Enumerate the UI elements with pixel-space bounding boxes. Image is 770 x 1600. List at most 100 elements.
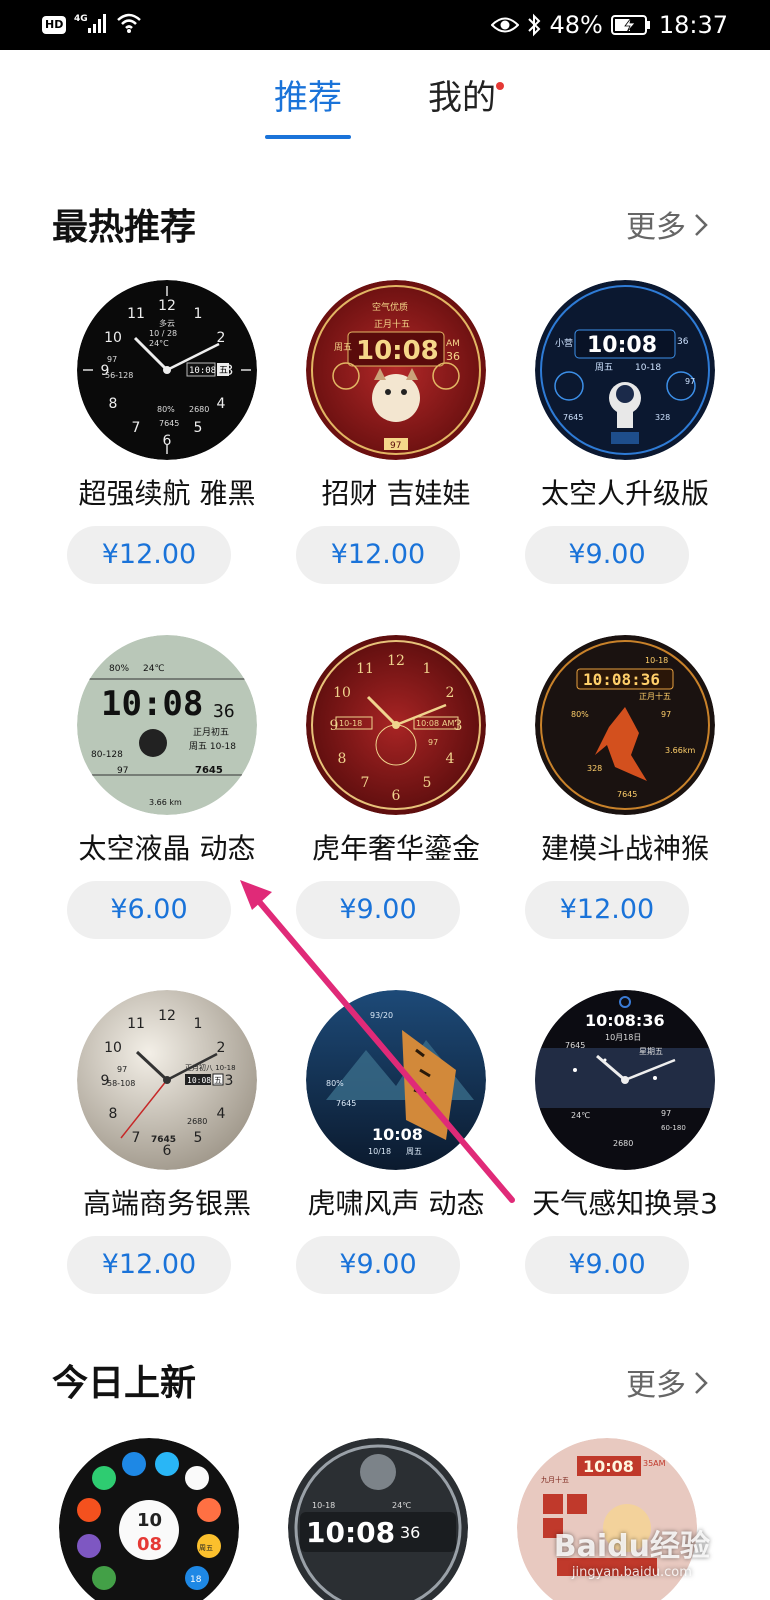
svg-text:10/18: 10/18 [368,1147,391,1156]
active-tab-indicator [265,135,351,139]
svg-text:8: 8 [338,751,347,767]
svg-text:10:08: 10:08 [306,1516,395,1549]
price-button[interactable]: ¥12.00 [67,1236,231,1294]
watchface-name: 虎啸风声 动态 [307,1187,485,1220]
signal-icon: 4G [74,12,108,38]
svg-text:80%: 80% [326,1079,344,1088]
svg-text:328: 328 [587,764,602,773]
svg-text:2680: 2680 [187,1117,207,1126]
svg-text:5: 5 [194,420,203,436]
svg-text:97: 97 [685,377,695,386]
svg-text:36: 36 [677,337,689,347]
watchface-preview[interactable]: 10:08 36 80% 24℃ 正月初五 周五 10-18 80-128 97… [77,635,257,815]
svg-text:9: 9 [330,718,339,734]
svg-text:九月十五: 九月十五 [541,1475,569,1484]
svg-text:12: 12 [158,1008,176,1024]
tab-mine[interactable]: 我的 [428,76,496,120]
svg-text:80%: 80% [157,405,175,414]
svg-text:2680: 2680 [189,405,209,414]
svg-text:AM: AM [446,339,460,349]
chevron-right-icon [694,1366,708,1406]
svg-text:7645: 7645 [617,790,637,799]
svg-text:7645: 7645 [563,413,583,422]
price-button[interactable]: ¥9.00 [525,526,689,584]
svg-text:80-128: 80-128 [91,750,123,760]
svg-text:97: 97 [390,441,401,451]
status-left: HD 4G [42,12,142,38]
svg-text:58-108: 58-108 [107,1079,135,1088]
svg-text:10:08: 10:08 [101,684,203,724]
svg-text:10:08: 10:08 [187,1076,211,1085]
svg-text:10 / 28: 10 / 28 [149,329,177,338]
watchface-preview[interactable]: 12 3 6 9 1245 7 8 10 11 正月初八 10-18 10:08 五 97 … [77,990,257,1170]
svg-text:4: 4 [446,751,455,767]
watchface-preview[interactable]: 12 3 6 9 1245 7 8 10 11 10-18 10:08 AM 97 [306,635,486,815]
svg-text:3.66km: 3.66km [665,746,695,755]
watchface-preview[interactable]: 12369 1245 781011 多云 10 / 28 24°C 97 56-… [77,280,257,460]
svg-text:12: 12 [158,298,176,314]
svg-text:11: 11 [127,306,145,322]
svg-text:正月初五: 正月初五 [193,726,229,738]
svg-text:56-128: 56-128 [105,371,133,380]
svg-text:10-18: 10-18 [339,719,362,728]
svg-text:36: 36 [400,1523,420,1542]
watchface-preview[interactable]: 10:08 AM 36 空气优质 正月十五 周五 97 [306,280,486,460]
price-button[interactable]: ¥12.00 [67,526,231,584]
svg-text:10:08: 10:08 [189,366,216,376]
price-button[interactable]: ¥9.00 [296,881,460,939]
svg-text:08: 08 [137,1534,162,1555]
watchface-preview[interactable]: 93/20 80% 7645 10:08 10/18 周五 [306,990,486,1170]
svg-text:97: 97 [661,710,671,719]
svg-text:10:08:36: 10:08:36 [583,670,660,689]
svg-text:正月十五: 正月十五 [374,318,410,330]
watchface-preview[interactable]: 10:08 36 周五 10-18 小营 97 7645 328 [535,280,715,460]
svg-text:97: 97 [661,1109,671,1118]
svg-text:周五: 周五 [595,362,613,373]
more-hot-button[interactable]: 更多 [626,208,708,248]
price-button[interactable]: ¥9.00 [296,1236,460,1294]
svg-text:5: 5 [194,1130,203,1146]
svg-text:97: 97 [428,738,438,747]
section-title-hot: 最热推荐 [52,207,197,248]
svg-text:10-18: 10-18 [635,363,661,373]
svg-text:24°C: 24°C [149,339,169,348]
svg-text:10:08:36: 10:08:36 [585,1011,665,1030]
svg-text:10:08: 10:08 [372,1125,423,1144]
svg-text:周五: 周五 [199,1544,213,1552]
watchface-preview[interactable]: 10 08 周五 18 [59,1438,239,1600]
svg-text:8: 8 [109,1106,118,1122]
svg-text:93/20: 93/20 [370,1011,393,1020]
watchface-preview[interactable]: 10:08 36 10-18 24℃ [288,1438,468,1600]
svg-text:10:08: 10:08 [587,333,657,358]
notification-dot [496,82,504,90]
svg-text:10-18: 10-18 [312,1501,335,1510]
svg-text:6: 6 [163,1143,172,1159]
price-button[interactable]: ¥12.00 [296,526,460,584]
watchface-name: 虎年奢华鎏金 [311,832,480,865]
battery-percent: 48% [549,11,603,39]
svg-text:10: 10 [104,330,122,346]
svg-text:10:08: 10:08 [583,1457,634,1476]
price-button[interactable]: ¥6.00 [67,881,231,939]
wifi-icon [116,12,142,38]
top-tabs: 推荐 我的 [0,62,770,152]
price-button[interactable]: ¥12.00 [525,881,689,939]
watchface-name: 高端商务银黑 [82,1187,251,1220]
more-new-button[interactable]: 更多 [626,1366,708,1406]
svg-text:7: 7 [132,1130,141,1146]
more-label: 更多 [626,210,686,245]
price-button[interactable]: ¥9.00 [525,1236,689,1294]
clock: 18:37 [658,11,728,39]
chevron-right-icon [694,208,708,248]
svg-text:10:08: 10:08 [416,719,439,728]
svg-text:8: 8 [109,396,118,412]
svg-text:97: 97 [117,1065,127,1074]
svg-text:1: 1 [194,1016,203,1032]
svg-text:7645: 7645 [151,1135,176,1145]
tab-recommended[interactable]: 推荐 [274,76,342,120]
watchface-preview[interactable]: 10:08:36 10月18日 星期五 7645 97 60-180 24℃ 2… [535,990,715,1170]
svg-text:7645: 7645 [336,1099,356,1108]
watchface-preview[interactable]: 10:08:36 10-18 正月十五 80% 97 3.66km 328 76… [535,635,715,815]
svg-text:多云: 多云 [159,318,175,328]
svg-text:6: 6 [392,788,401,804]
